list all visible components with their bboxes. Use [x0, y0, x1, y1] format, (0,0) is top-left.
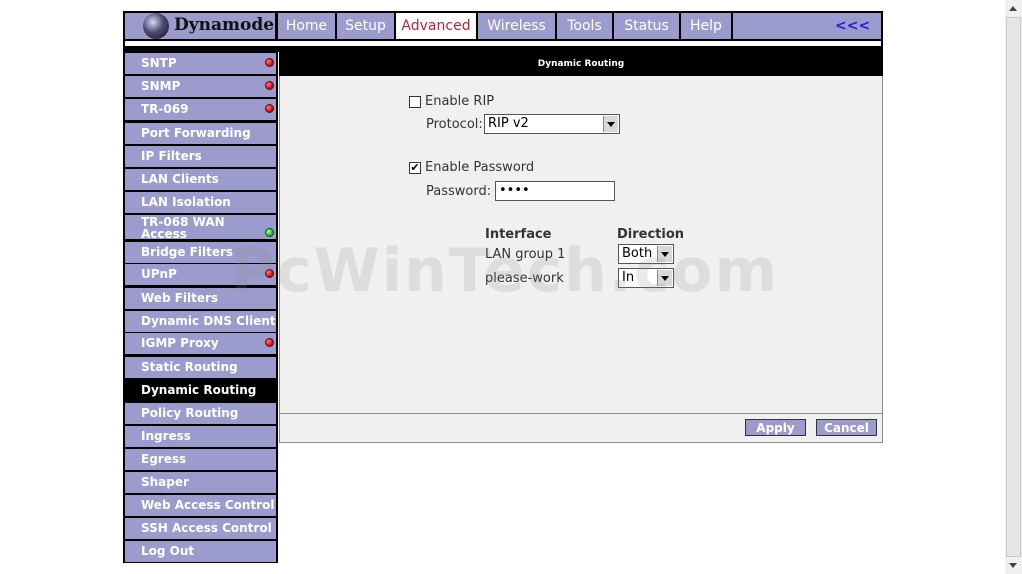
tab-tools[interactable]: Tools [557, 13, 612, 39]
sidebar-item-sntp[interactable]: SNTP [125, 53, 276, 74]
sidebar-item-port-forwarding[interactable]: Port Forwarding [125, 123, 276, 144]
sidebar-item-tr069[interactable]: TR-069 [125, 99, 276, 120]
sidebar-item-static-routing[interactable]: Static Routing [125, 357, 276, 378]
back-link[interactable]: <<< [835, 13, 870, 39]
apply-button[interactable]: Apply [745, 419, 806, 436]
cancel-button[interactable]: Cancel [816, 419, 877, 436]
page-title: Dynamic Routing [279, 52, 883, 76]
tab-advanced[interactable]: Advanced [396, 13, 476, 39]
password-label: Password: [426, 184, 492, 199]
logo-globe-icon [143, 13, 169, 39]
tab-setup[interactable]: Setup [337, 13, 394, 39]
sidebar-item-ip-filters[interactable]: IP Filters [125, 146, 276, 167]
status-red-icon [265, 58, 274, 67]
tab-status[interactable]: Status [614, 13, 679, 39]
protocol-select[interactable]: RIP v2 [484, 114, 620, 134]
sidebar-item-snmp[interactable]: SNMP [125, 76, 276, 97]
sidebar-item-policy-routing[interactable]: Policy Routing [125, 403, 276, 424]
watermark: PcWinTech.com [230, 236, 780, 306]
enable-rip-checkbox[interactable] [409, 96, 421, 108]
sidebar-item-web-access-control[interactable]: Web Access Control [125, 495, 276, 516]
tab-help[interactable]: Help [681, 13, 731, 39]
status-red-icon [265, 338, 274, 347]
enable-password-label: Enable Password [425, 160, 535, 175]
footer-divider [279, 413, 883, 414]
sidebar-item-dynamic-routing[interactable]: Dynamic Routing [125, 380, 276, 401]
enable-rip-label: Enable RIP [425, 94, 495, 109]
tab-wireless[interactable]: Wireless [478, 13, 555, 39]
chevron-down-icon [603, 116, 618, 132]
enable-password-checkbox[interactable]: ✔ [409, 162, 421, 174]
sidebar-item-shaper[interactable]: Shaper [125, 472, 276, 493]
status-red-icon [265, 81, 274, 90]
tab-home[interactable]: Home [278, 13, 335, 39]
status-red-icon [265, 104, 274, 113]
sidebar-item-dynamic-dns-client[interactable]: Dynamic DNS Client [125, 311, 276, 332]
brand-name: Dynamode [174, 15, 275, 35]
scrollbar-thumb[interactable] [1006, 17, 1021, 557]
sidebar-item-lan-isolation[interactable]: LAN Isolation [125, 192, 276, 213]
sidebar-item-log-out[interactable]: Log Out [125, 541, 276, 562]
password-field[interactable]: •••• [495, 181, 615, 201]
protocol-label: Protocol: [426, 117, 483, 132]
scroll-up-icon[interactable] [1005, 0, 1022, 17]
protocol-value: RIP v2 [488, 116, 529, 131]
scroll-down-icon[interactable] [1005, 557, 1022, 574]
sidebar-item-lan-clients[interactable]: LAN Clients [125, 169, 276, 190]
sidebar-item-egress[interactable]: Egress [125, 449, 276, 470]
sidebar-item-ingress[interactable]: Ingress [125, 426, 276, 447]
sidebar-item-igmp-proxy[interactable]: IGMP Proxy [125, 333, 276, 354]
sidebar-item-ssh-access-control[interactable]: SSH Access Control [125, 518, 276, 539]
